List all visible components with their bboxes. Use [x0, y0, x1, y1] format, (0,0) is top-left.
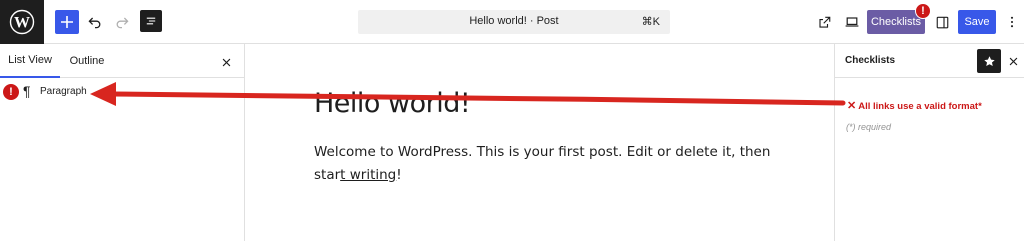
command-shortcut: ⌘K: [641, 16, 660, 28]
list-view-item-paragraph[interactable]: ! ¶ Paragraph: [0, 82, 245, 104]
add-block-button[interactable]: [55, 10, 79, 34]
editor-canvas[interactable]: Hello world! Welcome to WordPress. This …: [245, 44, 834, 241]
paragraph-icon: ¶: [23, 83, 31, 99]
close-checklists-button[interactable]: [1005, 53, 1021, 69]
checklists-error-badge: !: [915, 3, 931, 19]
external-link-icon: [818, 16, 830, 28]
checklists-panel-title: Checklists: [845, 55, 896, 66]
desktop-icon: [845, 17, 859, 27]
editor-top-bar: W Hello world! · Post ⌘K Checklists ! Sa…: [0, 0, 1024, 44]
svg-text:W: W: [14, 15, 30, 32]
paragraph-link[interactable]: t writing: [340, 167, 396, 183]
view-post-button[interactable]: [812, 10, 836, 34]
star-icon: [983, 55, 995, 66]
undo-icon: [88, 17, 101, 29]
required-note: (*) required: [846, 122, 892, 132]
save-button[interactable]: Save: [958, 10, 996, 34]
close-list-view-button[interactable]: [218, 54, 234, 70]
settings-sidebar-toggle[interactable]: [930, 10, 954, 34]
paragraph-block[interactable]: Welcome to WordPress. This is your first…: [314, 141, 784, 187]
command-palette-bar[interactable]: Hello world! · Post ⌘K: [358, 10, 670, 34]
close-icon: [222, 58, 230, 66]
vertical-ellipsis-icon: [1010, 16, 1014, 28]
pin-panel-button[interactable]: [977, 49, 1001, 73]
plus-icon: [61, 16, 73, 28]
checklist-item-label: All links use a valid format*: [858, 101, 982, 112]
error-icon: !: [3, 84, 19, 100]
redo-icon: [116, 17, 129, 29]
tab-outline[interactable]: Outline: [60, 44, 114, 78]
document-title: Hello world! · Post: [469, 15, 559, 27]
undo-button[interactable]: [83, 10, 107, 34]
list-view-panel: List View Outline ! ¶ Paragraph: [0, 44, 245, 241]
wordpress-logo-icon: W: [9, 9, 35, 35]
tab-list-view[interactable]: List View: [0, 44, 60, 78]
fail-x-icon: ✕: [847, 100, 857, 112]
paragraph-text-end: !: [396, 167, 402, 183]
list-view-icon: [146, 17, 156, 25]
document-overview-button[interactable]: [140, 10, 162, 32]
more-options-button[interactable]: [1000, 10, 1024, 34]
checklists-panel-header: Checklists: [835, 44, 1024, 78]
close-icon: [1009, 57, 1017, 65]
checklists-panel: Checklists ✕ All links use a valid format…: [834, 44, 1024, 241]
list-view-item-label: Paragraph: [40, 86, 87, 97]
redo-button[interactable]: [110, 10, 134, 34]
panel-tabs: List View Outline: [0, 44, 245, 78]
checklist-item-links[interactable]: ✕ All links use a valid format*: [847, 99, 982, 112]
post-title[interactable]: Hello world!: [314, 88, 471, 119]
preview-button[interactable]: [840, 10, 864, 34]
sidebar-icon: [936, 16, 948, 28]
wordpress-logo-button[interactable]: W: [0, 0, 44, 44]
